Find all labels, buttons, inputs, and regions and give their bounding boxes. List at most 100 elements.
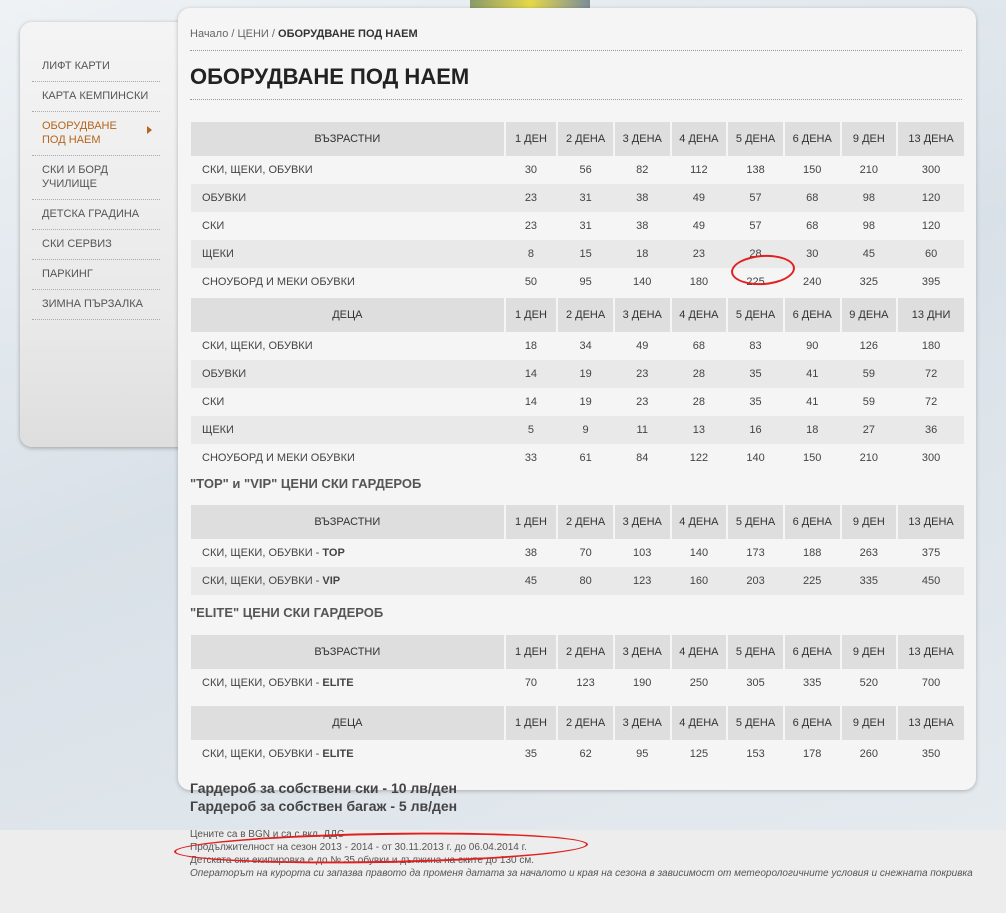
table-row: СКИ, ЩЕКИ, ОБУВКИ - TOP 38 70 103 140 173 188 2… [191,539,964,567]
sidebar-item-ice-rink[interactable]: ЗИМНА ПЪРЗАЛКА [32,290,160,320]
column-header-days: 4 ДЕНА [669,122,728,156]
price-cell: 450 [897,567,964,595]
table-row: СКИ, ЩЕКИ, ОБУВКИ - ELITE 70 123 190 250 305 3… [191,669,964,697]
table-row: ОБУВКИ 23 31 38 49 57 68 98 120 [191,184,964,212]
price-cell: 90 [806,340,819,352]
sidebar-item-equipment-rental[interactable]: ОБОРУДВАНЕ ПОД НАЕМ [32,112,160,156]
elite-kids-price-table: ДЕЦА 1 ДЕН 2 ДЕНА 3 ДЕНА 4 ДЕНА 5 ДЕНА 6 ДЕНА 9… [190,706,964,768]
tier-label: TOP [322,547,345,559]
table-row: СНОУБОРД И МЕКИ ОБУВКИ 50 95 140 180 225 240 32… [191,268,964,296]
price-cell: 28 [692,396,706,408]
table-row: СНОУБОРД И МЕКИ ОБУВКИ 33 61 84 122 140 150 210… [191,444,964,472]
column-header-days: 3 ДЕНА [612,635,671,669]
price-cell: 112 [690,164,708,176]
row-label: СНОУБОРД И МЕКИ ОБУВКИ [202,276,355,288]
price-cell: 140 [633,276,652,288]
main-content: Начало / ЦЕНИ / ОБОРУДВАНЕ ПОД НАЕМ ОБОР… [178,8,976,814]
price-cell: 23 [636,396,649,408]
price-cell: 68 [806,220,819,232]
column-header-days: 5 ДЕНА [726,635,784,669]
price-cell: 35 [749,396,762,408]
price-cell: 49 [636,340,649,352]
elite-section-title: "ELITE" ЦЕНИ СКИ ГАРДЕРОБ [190,605,384,620]
price-cell: 28 [670,360,728,388]
column-header-days: 3 ДЕНА [612,706,671,740]
row-label: СКИ, ЩЕКИ, ОБУВКИ - ELITE [202,677,354,689]
storage-note-luggage: Гардероб за собствен багаж - 5 лв/ден [190,798,458,814]
tier-label: ELITE [322,748,354,760]
price-cell: 325 [859,276,879,288]
price-cell: 72 [897,360,964,388]
row-label: СКИ [202,220,225,232]
price-cell: 180 [689,276,709,288]
breadcrumb-current: ОБОРУДВАНЕ ПОД НАЕМ [278,28,418,40]
column-header-category: ДЕЦА [191,298,505,332]
table-row: СКИ, ЩЕКИ, ОБУВКИ - ELITE 35 62 95 125 153 178… [191,740,964,768]
price-cell: 31 [557,184,614,212]
table-header-row: ВЪЗРАСТНИ 1 ДЕН 2 ДЕНА 3 ДЕНА 4 ДЕНА 5 ДЕНА 6 … [191,635,964,669]
sidebar-item-kempinski-card[interactable]: КАРТА КЕМПИНСКИ [32,82,160,112]
price-cell: 50 [524,276,538,288]
row-label: СКИ, ЩЕКИ, ОБУВКИ - VIP [191,567,505,595]
price-cell: 335 [803,677,822,689]
breadcrumb-prices-link[interactable]: ЦЕНИ [238,28,269,40]
column-header-days: 13 ДЕНА [896,706,964,740]
column-header-category: ВЪЗРАСТНИ [191,505,505,539]
column-header-days: 13 ДЕНА [896,505,964,539]
row-label: ОБУВКИ [191,184,505,212]
price-cell: 56 [579,164,592,176]
price-cell: 126 [859,340,879,352]
price-cell: 300 [921,452,941,464]
price-cell: 23 [613,360,671,388]
top-vip-section-title: "TOP" и "VIP" ЦЕНИ СКИ ГАРДЕРОБ [190,476,422,491]
price-cell: 49 [692,220,706,232]
price-cell: 153 [746,748,765,760]
price-cell: 60 [897,240,964,268]
column-header-days: 6 ДЕНА [782,122,841,156]
price-cell: 57 [727,184,784,212]
sidebar: ЛИФТ КАРТИ КАРТА КЕМПИНСКИ ОБОРУДВАНЕ ПО… [20,22,180,447]
top-vip-price-table: ВЪЗРАСТНИ 1 ДЕН 2 ДЕНА 3 ДЕНА 4 ДЕНА 5 ДЕНА 6 … [190,505,964,595]
column-header-days: 9 ДЕН [839,505,898,539]
price-cell: 5 [504,416,558,444]
price-cell: 70 [579,547,592,559]
column-header-days: 2 ДЕНА [556,635,614,669]
column-header-days: 5 ДЕНА [726,298,784,332]
column-header-days: 1 ДЕН [503,122,558,156]
table-row: ОБУВКИ 14 19 23 28 35 41 59 72 [191,360,964,388]
price-cell: 68 [783,184,841,212]
price-cell: 14 [504,360,558,388]
table-row: СКИ, ЩЕКИ, ОБУВКИ 30 56 82 112 138 150 210 300 [191,156,964,184]
sidebar-item-ski-school[interactable]: СКИ И БОРД УЧИЛИЩЕ [32,156,160,200]
sidebar-item-label: КАРТА КЕМПИНСКИ [42,90,149,102]
price-cell: 150 [803,164,822,176]
price-cell: 123 [613,567,671,595]
tier-label: VIP [322,575,341,587]
sidebar-item-parking[interactable]: ПАРКИНГ [32,260,160,290]
price-cell: 9 [557,416,614,444]
price-cell: 45 [504,567,558,595]
sidebar-item-kindergarten[interactable]: ДЕТСКА ГРАДИНА [32,200,160,230]
arrow-right-icon [147,126,152,134]
breadcrumb-home-link[interactable]: Начало [190,28,228,40]
breadcrumb-separator: / [231,28,235,40]
price-cell: 98 [862,220,875,232]
price-cell: 72 [924,396,938,408]
price-cell: 57 [749,220,762,232]
adults-price-table: ВЪЗРАСТНИ 1 ДЕН 2 ДЕНА 3 ДЕНА 4 ДЕНА 5 ДЕНА 6 … [190,122,964,296]
price-cell: 180 [921,340,941,352]
sidebar-item-label: СКИ СЕРВИЗ [42,238,112,250]
footnote-operator-disclaimer: Операторът на курорта си запазва правото… [190,868,973,879]
table-row: СКИ, ЩЕКИ, ОБУВКИ 18 34 49 68 83 90 126 180 [191,332,964,360]
price-cell: 61 [579,452,592,464]
header-photo-strip [470,0,590,8]
column-header-days: 5 ДЕНА [726,706,784,740]
price-cell: 23 [524,220,538,232]
sidebar-item-ski-service[interactable]: СКИ СЕРВИЗ [32,230,160,260]
price-cell: 36 [897,416,964,444]
sidebar-item-lift-cards[interactable]: ЛИФТ КАРТИ [32,52,160,82]
price-cell: 123 [576,677,595,689]
row-label: СКИ, ЩЕКИ, ОБУВКИ - TOP [202,547,345,559]
column-header-days: 5 ДЕНА [726,122,784,156]
price-cell: 260 [859,748,879,760]
